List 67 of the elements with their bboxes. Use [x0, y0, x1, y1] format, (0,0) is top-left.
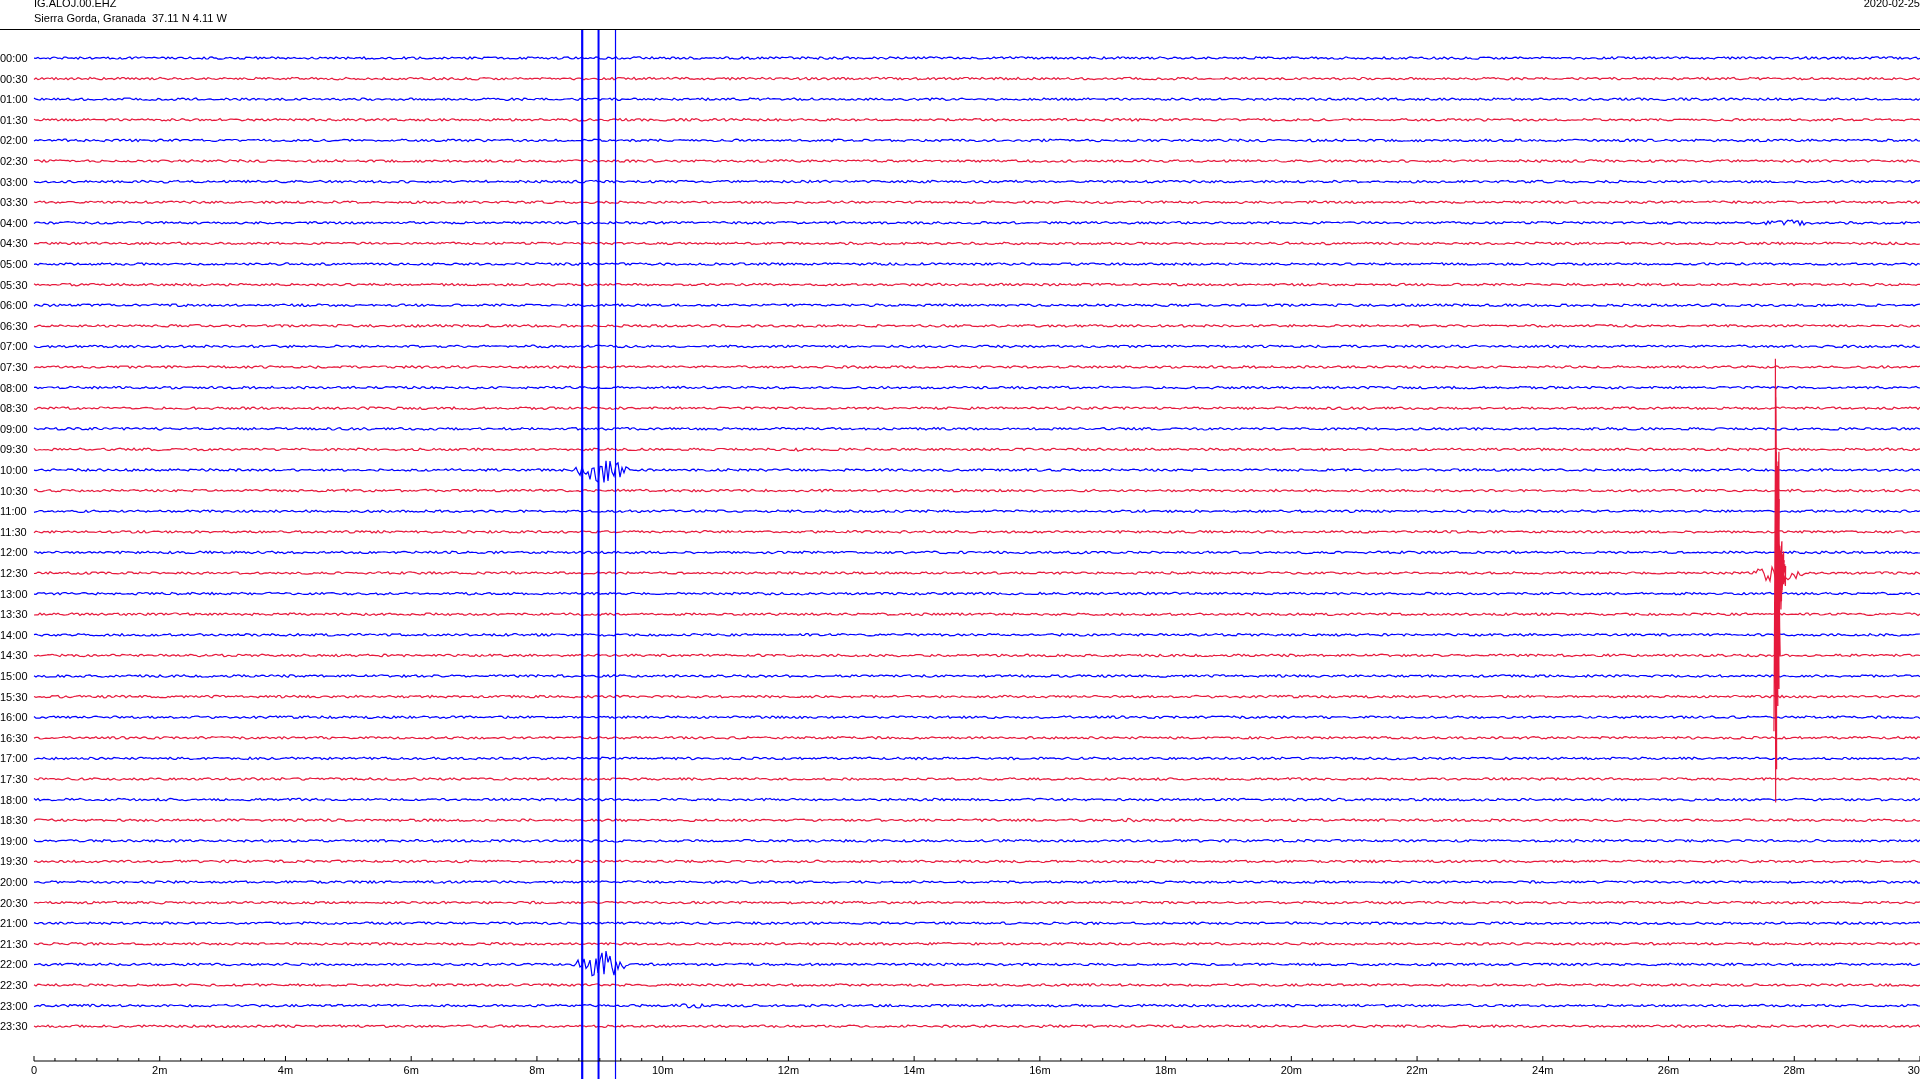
time-label: 15:00: [0, 670, 28, 682]
date-label: 2020-02-25: [1863, 0, 1920, 10]
axis-label: 26m: [1657, 1064, 1680, 1076]
time-label: 18:30: [0, 814, 28, 827]
time-label: 21:00: [0, 917, 28, 930]
time-label: 22:00: [0, 958, 28, 971]
time-label: 09:00: [0, 422, 28, 435]
time-label: 13:00: [0, 587, 28, 600]
axis-label: 24m: [1532, 1064, 1554, 1076]
time-label: 04:00: [0, 216, 28, 229]
axis-label: 14m: [903, 1064, 925, 1076]
time-label: 00:00: [0, 52, 28, 64]
station-location: Sierra Gorda, Granada 37.11 N 4.11 W: [34, 12, 227, 25]
time-label: 14:00: [0, 628, 28, 641]
time-label: 05:00: [0, 258, 28, 270]
axis-label: 8m: [529, 1064, 545, 1076]
time-label: 09:30: [0, 443, 28, 456]
time-label: 19:30: [0, 855, 28, 868]
time-label: 08:30: [0, 402, 28, 415]
time-label: 06:00: [0, 299, 28, 312]
axis-label: 16m: [1029, 1064, 1051, 1076]
time-label: 10:00: [0, 464, 28, 476]
time-label: 02:00: [0, 134, 28, 147]
time-label: 11:00: [0, 505, 27, 518]
axis-label: 30: [1907, 1064, 1920, 1076]
time-label: 17:30: [0, 773, 28, 785]
time-label: 08:00: [0, 381, 28, 394]
axis-label: 10m: [651, 1064, 674, 1076]
axis-label: 2m: [152, 1064, 168, 1076]
channel-code: IG.ALOJ.00.EHZ: [34, 0, 117, 10]
time-label: 17:00: [0, 752, 28, 765]
axis-label: 0: [31, 1064, 38, 1076]
time-label: 03:00: [0, 175, 28, 188]
time-label: 13:30: [0, 608, 28, 621]
time-label: 03:30: [0, 196, 28, 209]
time-label: 04:30: [0, 237, 28, 250]
time-label: 20:30: [0, 896, 28, 909]
time-label: 02:30: [0, 155, 28, 167]
time-label: 12:30: [0, 567, 28, 579]
time-label: 06:30: [0, 319, 28, 332]
time-label: 15:30: [0, 690, 28, 703]
time-label: 20:00: [0, 876, 28, 888]
time-label: 01:00: [0, 93, 28, 106]
time-label: 07:00: [0, 340, 28, 353]
axis-label: 20m: [1280, 1064, 1303, 1076]
time-label: 21:30: [0, 937, 28, 950]
time-label: 14:30: [0, 649, 28, 662]
time-label: 23:00: [0, 999, 28, 1012]
time-label: 18:00: [0, 793, 28, 806]
time-label: 23:30: [0, 1020, 28, 1033]
time-label: 11:30: [0, 525, 27, 538]
time-label: 16:00: [0, 711, 28, 724]
axis-label: 4m: [277, 1064, 294, 1076]
axis-label: 18m: [1154, 1064, 1177, 1076]
time-label: 16:30: [0, 731, 28, 744]
axis-label: 12m: [777, 1064, 800, 1076]
axis-label: 6m: [403, 1064, 419, 1076]
axis-label: 22m: [1406, 1064, 1428, 1076]
time-label: 12:00: [0, 546, 28, 559]
time-label: 22:30: [0, 979, 28, 991]
time-label: 01:30: [0, 113, 28, 126]
time-label: 19:00: [0, 834, 28, 847]
axis-label: 28m: [1783, 1064, 1805, 1076]
time-label: 10:30: [0, 484, 28, 497]
time-label: 07:30: [0, 361, 28, 373]
time-label: 00:30: [0, 72, 28, 85]
time-label: 05:30: [0, 278, 28, 291]
